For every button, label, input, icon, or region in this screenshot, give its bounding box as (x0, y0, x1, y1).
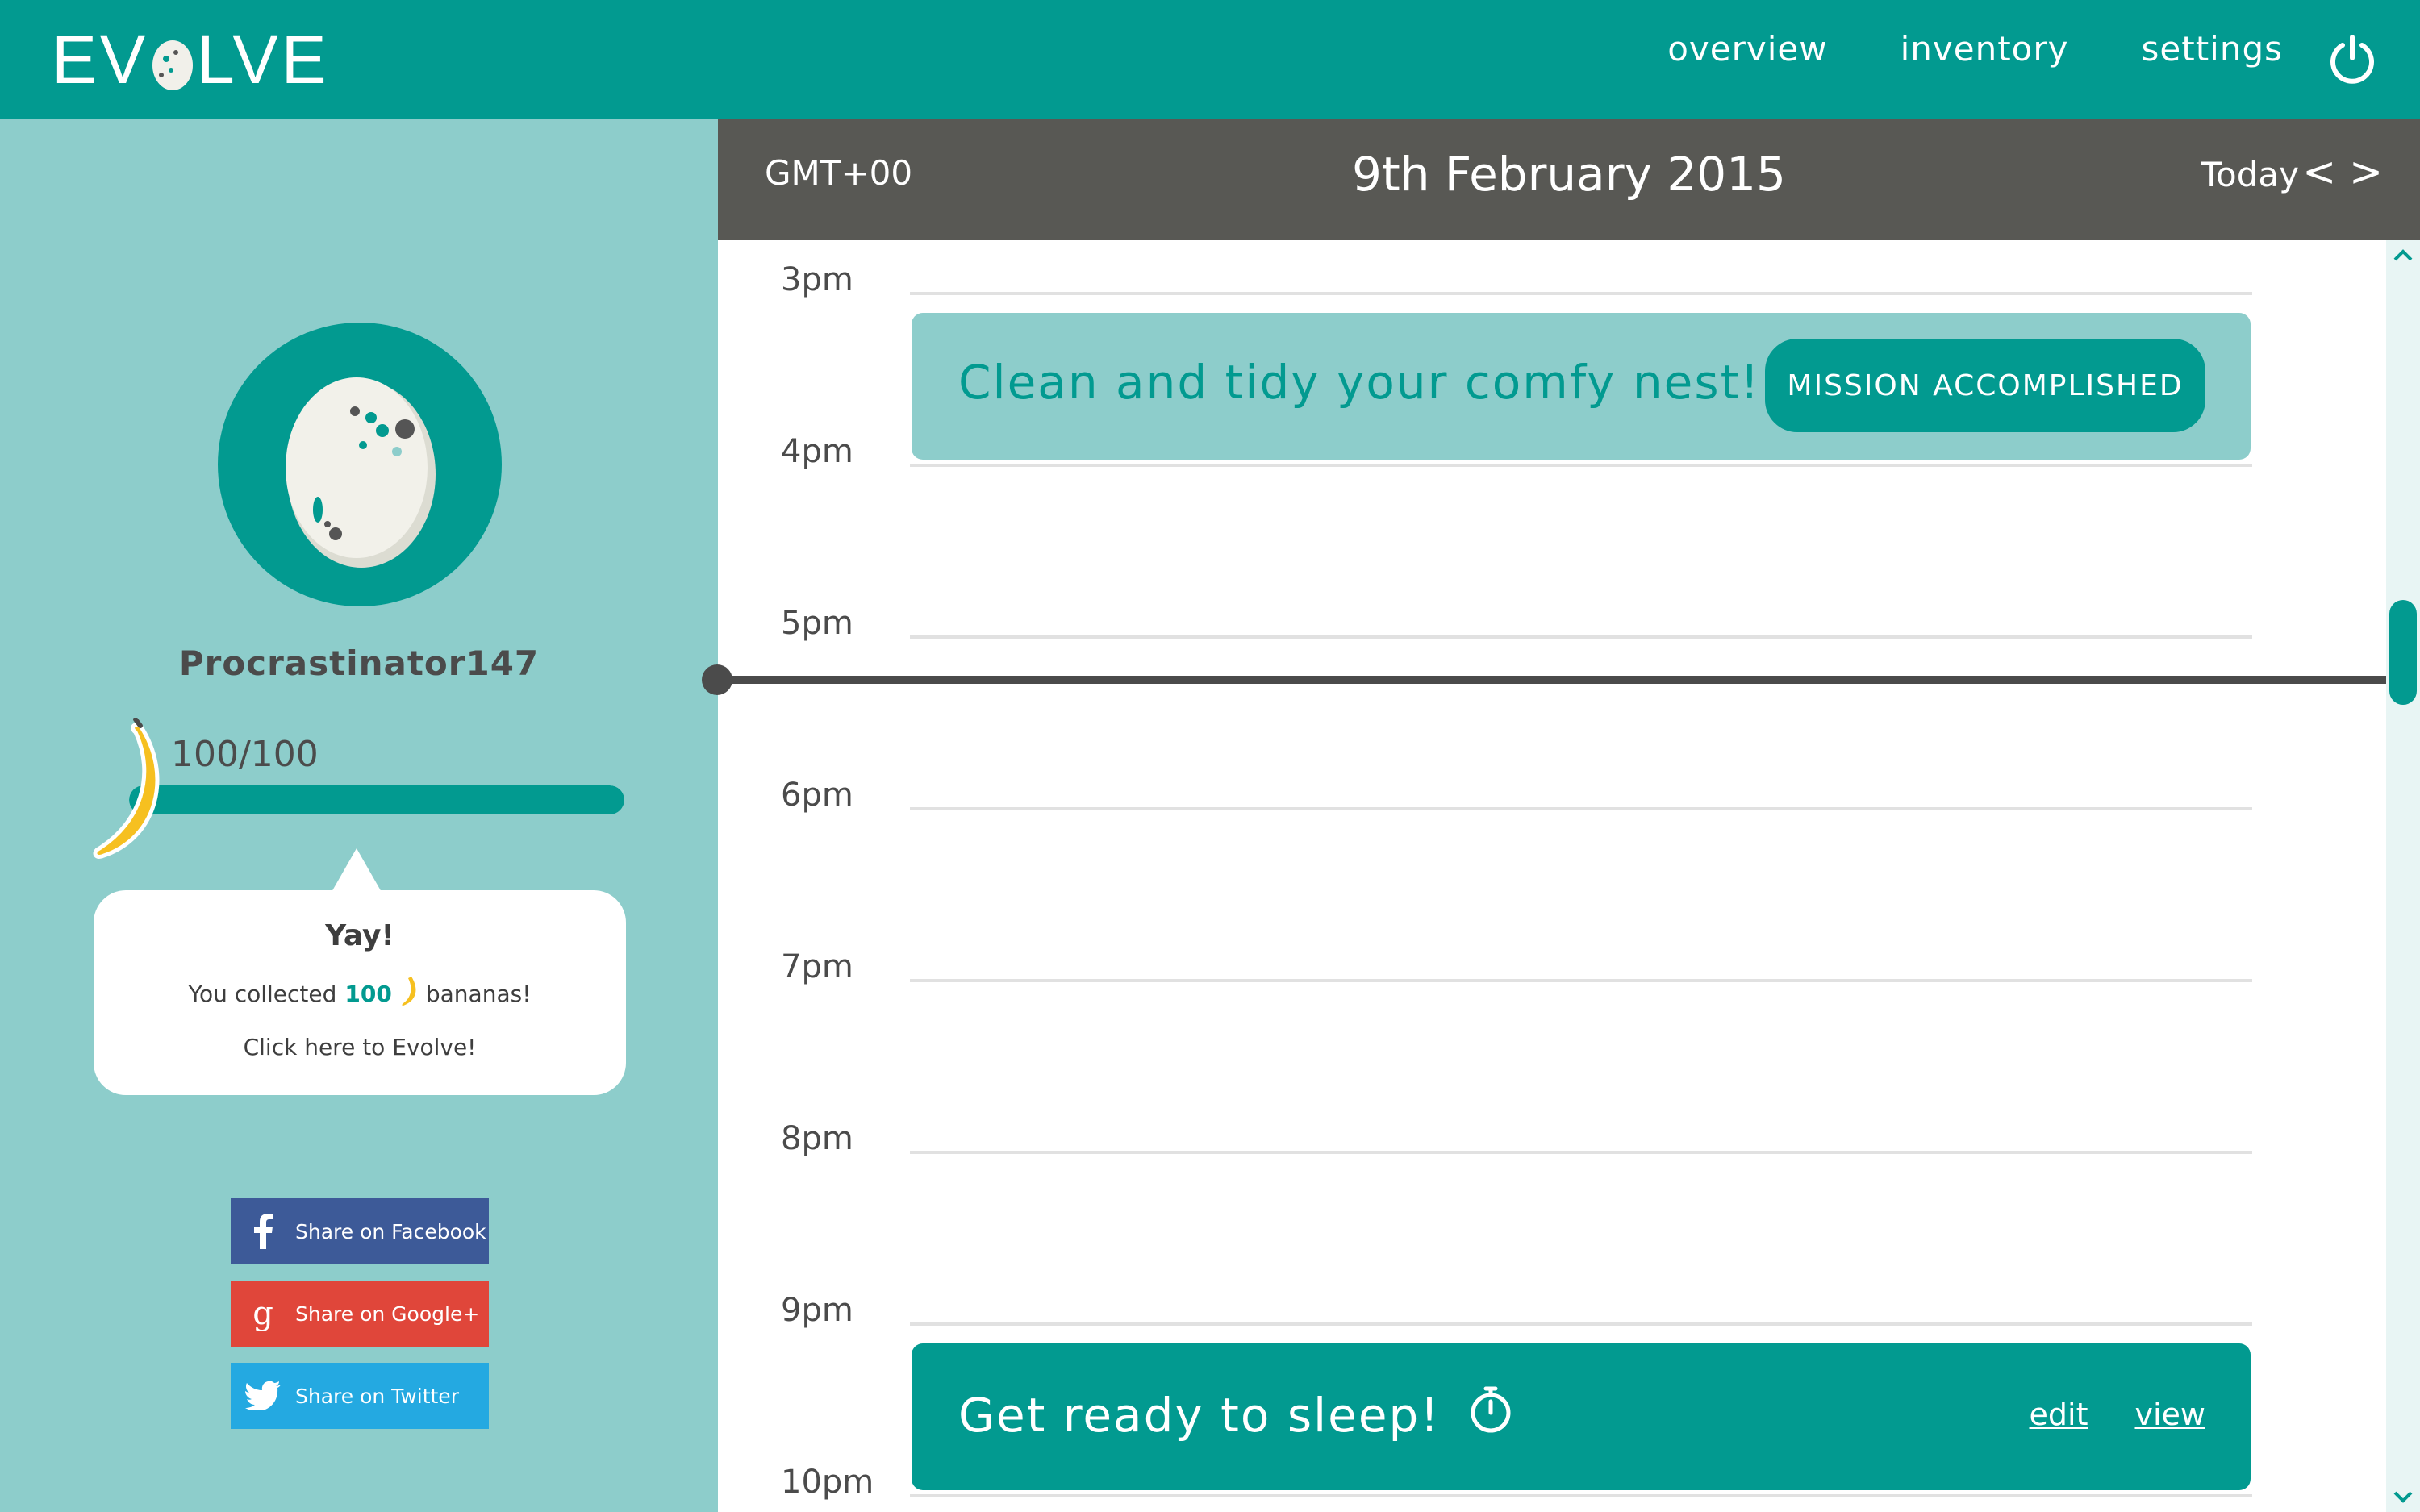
calendar-date: 9th February 2015 (1352, 147, 1786, 202)
share-twitter-label: Share on Twitter (295, 1384, 459, 1408)
hour-line (910, 1322, 2252, 1326)
event-nest-title: Clean and tidy your comfy nest! (958, 355, 1761, 410)
prev-day-button[interactable]: < (2302, 152, 2336, 192)
date-arrows: < > (2302, 152, 2383, 192)
share-facebook-button[interactable]: Share on Facebook (231, 1198, 489, 1264)
username: Procrastinator147 (178, 644, 540, 683)
event-sleep-title-row: Get ready to sleep! (958, 1385, 1513, 1445)
hour-line (910, 1151, 2252, 1154)
hour-line (910, 807, 2252, 810)
main-nav: overview inventory settings (1667, 29, 2283, 69)
nav-inventory[interactable]: inventory (1901, 29, 2069, 69)
view-link[interactable]: view (2134, 1397, 2205, 1432)
hour-line (910, 979, 2252, 982)
bubble-line-suffix: bananas! (425, 981, 532, 1007)
hour-label: 9pm (781, 1292, 853, 1329)
banana-progress-fill (129, 785, 624, 814)
scroll-down-icon[interactable] (2391, 1485, 2415, 1509)
small-banana-icon (400, 975, 418, 1013)
sidebar: Procrastinator147 100/100 Yay! You colle… (0, 119, 718, 1512)
google-icon: g (252, 1295, 273, 1332)
hour-label: 3pm (781, 261, 853, 298)
bubble-message: You collected 100 bananas! (94, 975, 626, 1013)
logo[interactable]: EV LVE (52, 21, 330, 98)
banana-progress-bar (129, 785, 624, 814)
logo-text-right: LVE (197, 21, 330, 98)
calendar-panel: GMT+00 9th February 2015 Today < > 3pm 4p… (702, 119, 2420, 1512)
egg-logo-icon (150, 31, 195, 90)
nav-settings[interactable]: settings (2142, 29, 2284, 69)
power-icon[interactable] (2326, 34, 2378, 85)
stopwatch-icon (1468, 1385, 1513, 1445)
share-twitter-button[interactable]: Share on Twitter (231, 1363, 489, 1429)
hour-label: 4pm (781, 433, 853, 470)
bubble-title: Yay! (325, 919, 394, 952)
evolve-bubble[interactable]: Yay! You collected 100 bananas! Click he… (94, 890, 626, 1095)
next-day-button[interactable]: > (2349, 152, 2383, 192)
avatar[interactable] (218, 323, 502, 606)
share-google-label: Share on Google+ (295, 1302, 480, 1326)
egg-avatar-icon (286, 377, 436, 568)
share-google-button[interactable]: g Share on Google+ (231, 1281, 489, 1347)
event-sleep-actions: edit view (2030, 1397, 2205, 1432)
banana-count: 100/100 (171, 734, 319, 775)
hour-line (910, 464, 2252, 467)
banana-icon (86, 717, 166, 863)
hour-label: 7pm (781, 948, 853, 985)
calendar-header: GMT+00 9th February 2015 Today < > (718, 119, 2420, 240)
event-nest[interactable]: Clean and tidy your comfy nest! MISSION … (912, 313, 2251, 460)
hour-label: 6pm (781, 777, 853, 814)
hour-label: 8pm (781, 1120, 853, 1157)
share-facebook-label: Share on Facebook (295, 1219, 486, 1243)
nav-overview[interactable]: overview (1667, 29, 1827, 69)
scroll-thumb[interactable] (2389, 600, 2417, 705)
hour-label: 10pm (781, 1464, 874, 1501)
twitter-icon (231, 1363, 295, 1429)
logo-text-left: EV (52, 21, 149, 98)
current-time-marker (702, 664, 732, 695)
event-sleep[interactable]: Get ready to sleep! edit view (912, 1343, 2251, 1490)
today-button[interactable]: Today (2201, 155, 2299, 194)
facebook-icon (231, 1198, 295, 1264)
bubble-line-prefix: You collected (188, 981, 337, 1007)
hour-line (910, 635, 2252, 639)
hour-line (910, 1494, 2252, 1497)
mission-accomplished-button[interactable]: MISSION ACCOMPLISHED (1765, 339, 2205, 432)
hour-line (910, 292, 2252, 295)
hour-label: 5pm (781, 605, 853, 642)
calendar-scrollbar[interactable] (2386, 240, 2420, 1512)
bubble-banana-count: 100 (344, 981, 392, 1007)
top-bar: EV LVE overview inventory settings (0, 0, 2420, 119)
evolve-link[interactable]: Click here to Evolve! (94, 1034, 626, 1060)
current-time-line (716, 676, 2386, 684)
event-sleep-title: Get ready to sleep! (958, 1388, 1441, 1443)
edit-link[interactable]: edit (2030, 1397, 2088, 1432)
scroll-up-icon[interactable] (2391, 244, 2415, 268)
bubble-arrow (331, 848, 382, 893)
